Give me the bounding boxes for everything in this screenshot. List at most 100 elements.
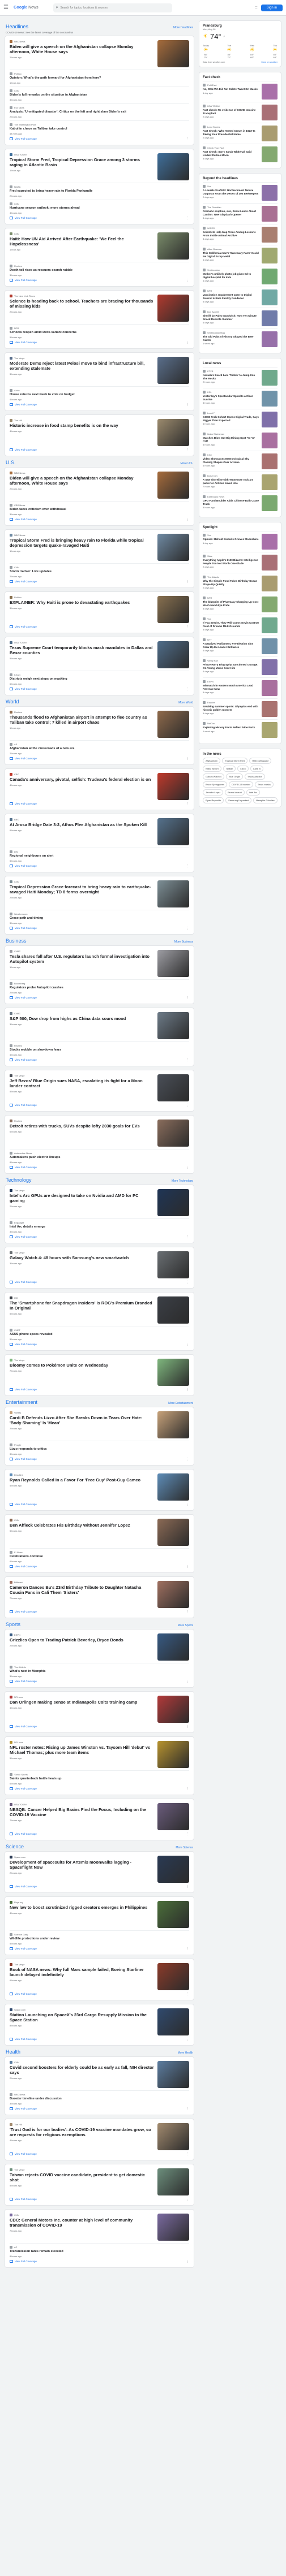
source-name[interactable]: NPR [14, 327, 19, 330]
section-title[interactable]: U.S. [6, 460, 16, 465]
section-more-link[interactable]: More Science [176, 1846, 193, 1849]
source-name[interactable]: CNN [14, 1519, 19, 1522]
source-name[interactable]: Reuters [14, 711, 22, 714]
section-more-link[interactable]: More Headlines [173, 26, 193, 29]
side-item-headline[interactable]: Marches Blow Out Big Mining Spot 'Yo-Yo'… [203, 436, 259, 443]
story-headline[interactable]: The 'Smartphone for Snapdragon Insiders'… [10, 1300, 154, 1311]
share-icon[interactable]: ⋮ [186, 1281, 189, 1284]
source-name[interactable]: NBC News [14, 472, 25, 474]
side-item-headline[interactable]: A Laurels Scaffold: Northernmost Nature … [203, 189, 259, 195]
side-item-headline[interactable]: If You Seed It, They Will Come: Kevin Co… [203, 621, 259, 628]
section-more-link[interactable]: More World [178, 701, 193, 704]
sub-story-headline[interactable]: Fred expected to bring heavy rain to Flo… [10, 189, 189, 193]
source-name[interactable]: The Atlantic [207, 576, 219, 578]
side-item-thumbnail[interactable] [262, 289, 278, 305]
story-headline[interactable]: Cardi B Defends Lizzo After She Breaks D… [10, 1415, 154, 1425]
search-input[interactable] [60, 6, 169, 10]
story-thumbnail[interactable] [157, 232, 189, 260]
source-name[interactable]: NBC News [14, 2093, 25, 2096]
story-headline[interactable]: Galaxy Watch 4: 48 hours with Samsung's … [10, 1255, 154, 1260]
story-thumbnail[interactable] [157, 1473, 189, 1501]
source-name[interactable]: The Verge [14, 1074, 24, 1077]
full-coverage-link[interactable]: View Full Coverage ⋮ [10, 1058, 189, 1062]
share-icon[interactable]: ⋮ [186, 2107, 189, 2111]
source-name[interactable]: CNET [14, 1329, 20, 1332]
share-icon[interactable]: ⋮ [186, 757, 189, 760]
side-item-thumbnail[interactable] [262, 617, 278, 633]
story-thumbnail[interactable] [157, 2123, 189, 2150]
source-name[interactable]: BBC [14, 818, 19, 821]
story-headline[interactable]: Cameron Dances Bu's 23rd Birthday Tribut… [10, 1585, 154, 1595]
side-item-headline[interactable]: Yesterday's Spectacular Spiral Is a Clea… [203, 395, 259, 401]
source-name[interactable]: ESPN [207, 680, 214, 683]
full-coverage-link[interactable]: View Full Coverage ⋮ [10, 757, 189, 760]
side-item-thumbnail[interactable] [262, 638, 278, 654]
topic-chip[interactable]: Taliban [223, 766, 236, 772]
full-coverage-link[interactable]: View Full Coverage ⋮ [10, 2107, 189, 2111]
share-icon[interactable]: ⋮ [186, 1725, 189, 1728]
side-item-thumbnail[interactable] [262, 310, 278, 326]
share-icon[interactable]: ⋮ [186, 1832, 189, 1836]
source-name[interactable]: Billboard [14, 1581, 23, 1584]
weather-more-link[interactable]: More on weather [262, 61, 278, 63]
story-thumbnail[interactable] [157, 818, 189, 845]
full-coverage-link[interactable]: View Full Coverage ⋮ [10, 217, 189, 220]
sub-story-headline[interactable]: Afghanistan at the crossroads of a new e… [10, 747, 189, 751]
source-name[interactable]: Local 7 [207, 412, 215, 414]
story-thumbnail[interactable] [157, 880, 189, 907]
story-headline[interactable]: Tropical Storm Fred, Tropical Depression… [10, 157, 154, 167]
sub-story-headline[interactable]: Opinion: What's the path forward for Afg… [10, 76, 189, 80]
side-item-thumbnail[interactable] [262, 495, 278, 511]
story-headline[interactable]: Biden will give a speech on the Afghanis… [10, 44, 154, 54]
side-item-headline[interactable]: This California man's 'Sanctuary Farm' C… [203, 252, 259, 258]
side-item-thumbnail[interactable] [262, 722, 278, 738]
full-coverage-link[interactable]: View Full Coverage ⋮ [10, 279, 189, 282]
share-icon[interactable]: ⋮ [186, 403, 189, 407]
sub-story-headline[interactable]: Storm tracker: Live updates [10, 570, 189, 574]
story-headline[interactable]: Grizzlies Open to Trading Patrick Beverl… [10, 1637, 154, 1643]
sub-story-headline[interactable]: Lizzo responds to critics [10, 1447, 189, 1451]
story-thumbnail[interactable] [157, 2060, 189, 2088]
source-name[interactable]: CBC [14, 773, 19, 776]
full-coverage-link[interactable]: View Full Coverage ⋮ [10, 1166, 189, 1169]
source-name[interactable]: CNN [14, 566, 19, 569]
story-headline[interactable]: Canada's anniversary, pivotal, selfish: … [10, 777, 154, 782]
sub-story-headline[interactable]: Schools reopen amid Delta variant concer… [10, 331, 189, 335]
story-headline[interactable]: Bloomy comes to Pokémon Unite on Wednesd… [10, 1363, 154, 1368]
source-name[interactable]: Automotive News [14, 1152, 32, 1155]
side-item-thumbnail[interactable] [262, 331, 278, 347]
story-thumbnail[interactable] [157, 949, 189, 977]
side-item-headline[interactable]: No, CDN-WA Did Not Delete Tweet On Masks [203, 88, 259, 91]
source-name[interactable]: KTVB [207, 370, 213, 373]
story-headline[interactable]: Station Launching on SpaceX's 23rd Cargo… [10, 2012, 154, 2022]
side-item-headline[interactable]: Why the Simple Pond Takes Birthday Ocean… [203, 580, 259, 586]
source-name[interactable]: CNN [14, 232, 19, 235]
sub-story-headline[interactable]: Kabul in chaos as Taliban take control [10, 127, 189, 131]
story-headline[interactable]: NFL roster notes: Rising up James Winsto… [10, 1745, 154, 1755]
sub-story-headline[interactable]: Grace path and timing [10, 917, 189, 920]
side-item-thumbnail[interactable] [262, 453, 278, 469]
share-icon[interactable]: ⋮ [186, 1947, 189, 1951]
topic-chip[interactable]: Afghanistan [203, 758, 221, 764]
source-name[interactable]: The Hill [14, 2123, 22, 2126]
full-coverage-link[interactable]: View Full Coverage ⋮ [10, 1680, 189, 1683]
share-icon[interactable]: ⋮ [186, 1166, 189, 1169]
source-name[interactable]: IGN [14, 1296, 18, 1299]
source-name[interactable]: KXAN [14, 673, 20, 676]
full-coverage-link[interactable]: View Full Coverage ⋮ [10, 1885, 189, 1888]
side-item-thumbnail[interactable] [262, 433, 278, 448]
side-item-headline[interactable]: Scientists Help Map Trees Among Lessons … [203, 231, 259, 237]
source-name[interactable]: The Verge [14, 1189, 24, 1192]
share-icon[interactable]: ⋮ [186, 1343, 189, 1346]
search-icon[interactable]: ⚲ [56, 6, 58, 10]
source-name[interactable]: CNBC [14, 1012, 20, 1015]
story-headline[interactable]: At Arosa Bridge Date 3-2, Athos Flee Afg… [10, 822, 154, 827]
source-name[interactable]: Smithsonian Mag [207, 331, 225, 334]
source-name[interactable]: WIRED [207, 227, 215, 230]
source-name[interactable]: Boise Dev [207, 474, 217, 477]
search-box[interactable]: ⚲ [53, 3, 172, 12]
sub-story-headline[interactable]: Districts weigh next steps on masking [10, 677, 189, 681]
source-name[interactable]: The Verge [14, 2168, 24, 2171]
source-name[interactable]: NYT [207, 638, 212, 641]
topic-chip[interactable]: Blue Origin [226, 773, 243, 780]
